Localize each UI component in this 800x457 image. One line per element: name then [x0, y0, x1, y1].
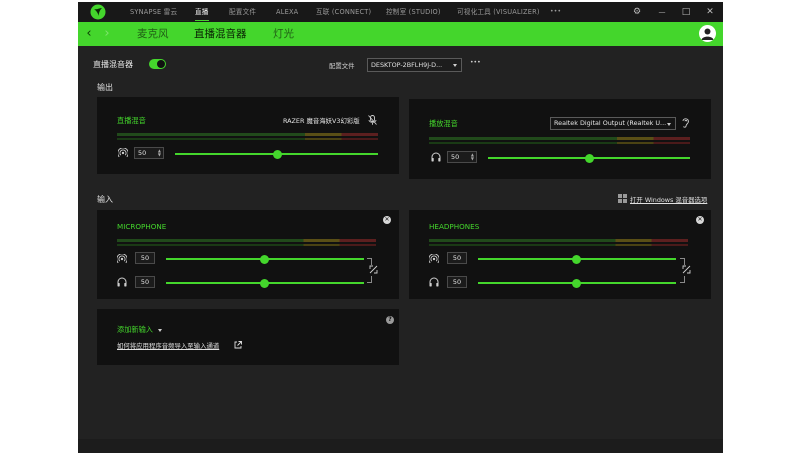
chevron-down-icon [667, 123, 671, 126]
profile-value: DESKTOP-2BFLH9J-D... [371, 61, 443, 69]
playback-device-value: Realtek Digital Output (Realtek U... [554, 119, 667, 127]
stream-mix-meter [117, 133, 378, 136]
tab-microphone[interactable]: 麦克风 [137, 26, 169, 42]
stream-mix-meter-2 [117, 138, 378, 140]
stream-mix-device: RAZER 魔音海妖V3幻彩版 [283, 117, 360, 125]
stream-mix-volume-value: 50 [138, 149, 147, 157]
playback-device-dropdown[interactable]: Realtek Digital Output (Realtek U... [550, 117, 676, 130]
microphone-monitor-volume[interactable]: 50 [135, 276, 155, 288]
user-avatar[interactable] [699, 25, 716, 42]
link-bracket-top [367, 258, 372, 265]
forward-arrow-icon[interactable]: › [101, 26, 113, 42]
headphones-meter [429, 239, 688, 242]
stream-mix-volume-input[interactable]: 50 ▲ ▼ [134, 147, 164, 159]
windows-mixer-link[interactable]: 打开 Windows 混音器选项 [630, 195, 707, 204]
tab-lighting[interactable]: 灯光 [273, 26, 294, 42]
tab-stream-mixer[interactable]: 直播混音器 [194, 26, 247, 42]
headphones-monitor-slider-handle[interactable] [572, 278, 581, 288]
headphones-icon [117, 277, 127, 287]
input-section-title: 输入 [97, 195, 113, 204]
info-icon[interactable]: ? [386, 316, 394, 324]
nav-stream[interactable]: 直播 [195, 2, 209, 22]
headphones-title: HEADPHONES [429, 222, 480, 231]
microphone-stream-slider-handle[interactable] [260, 254, 269, 264]
settings-icon[interactable]: ⚙ [629, 2, 645, 22]
playback-mix-slider-handle[interactable] [585, 153, 594, 163]
nav-connect[interactable]: 互联 (CONNECT) [316, 2, 371, 22]
nav-synapse[interactable]: SYNAPSE 雷云 [130, 2, 177, 22]
stepper-icon[interactable]: ▲ ▼ [158, 149, 161, 157]
add-input-card: ? 添加新输入 如何将应用程序音频导入至输入通道 [97, 309, 399, 365]
playback-mix-volume-input[interactable]: 50 ▲ ▼ [447, 151, 477, 163]
close-icon[interactable]: ✕ [383, 216, 391, 224]
microphone-meter [117, 239, 376, 242]
link-bracket-top [680, 258, 685, 265]
nav-more-icon[interactable]: ••• [550, 2, 561, 22]
headphones-monitor-volume[interactable]: 50 [447, 276, 467, 288]
back-arrow-icon[interactable]: ‹ [83, 26, 95, 42]
title-bar: SYNAPSE 雷云 直播 配置文件 ALEXA 互联 (CONNECT) 控制… [78, 2, 723, 22]
mixer-toggle[interactable] [149, 59, 166, 69]
app-audio-help-link[interactable]: 如何将应用程序音频导入至输入通道 [117, 341, 219, 350]
broadcast-icon [429, 254, 439, 264]
maximize-icon[interactable]: □ [678, 2, 694, 22]
nav-studio[interactable]: 控制室 (STUDIO) [386, 2, 441, 22]
unlink-icon[interactable] [369, 265, 378, 274]
microphone-card: ✕ MICROPHONE 50 50 [97, 210, 399, 299]
chevron-down-icon [158, 328, 163, 332]
broadcast-icon [118, 148, 128, 158]
link-bracket-bottom [367, 276, 372, 283]
output-section-title: 输出 [97, 83, 113, 92]
stream-mix-slider-handle[interactable] [273, 149, 282, 159]
headphones-stream-slider-handle[interactable] [572, 254, 581, 264]
profile-label: 配置文件 [329, 62, 355, 70]
close-icon[interactable]: ✕ [696, 216, 704, 224]
razer-logo-icon[interactable] [90, 4, 106, 20]
microphone-monitor-slider-handle[interactable] [260, 278, 269, 288]
playback-mix-volume-value: 50 [451, 153, 460, 161]
stream-mix-title: 直播混音 [117, 116, 146, 125]
unlink-icon[interactable] [682, 265, 691, 274]
playback-mix-card: 播放混音 Realtek Digital Output (Realtek U..… [409, 99, 711, 179]
synapse-window: SYNAPSE 雷云 直播 配置文件 ALEXA 互联 (CONNECT) 控制… [78, 2, 723, 453]
microphone-meter-2 [117, 244, 376, 246]
mic-mute-icon[interactable] [368, 115, 377, 125]
sub-nav-bar: ‹ › 麦克风 直播混音器 灯光 [78, 22, 723, 46]
windows-icon [618, 194, 627, 203]
microphone-title: MICROPHONE [117, 222, 167, 231]
headphones-icon [431, 152, 441, 162]
headphones-icon [429, 277, 439, 287]
add-input-button[interactable]: 添加新输入 [117, 325, 163, 335]
link-bracket-bottom [680, 276, 685, 283]
broadcast-icon [117, 254, 127, 264]
nav-visualizer[interactable]: 可视化工具 (VISUALIZER) [457, 2, 540, 22]
add-input-label: 添加新输入 [117, 325, 153, 334]
microphone-stream-volume[interactable]: 50 [135, 252, 155, 264]
headphones-card: ✕ HEADPHONES 50 50 [409, 210, 711, 299]
profile-more-icon[interactable]: ••• [470, 59, 481, 66]
user-icon [701, 28, 714, 40]
ear-icon[interactable] [681, 117, 690, 128]
playback-mix-meter [429, 137, 690, 140]
playback-mix-meter-2 [429, 142, 690, 144]
bottom-bar [78, 439, 723, 453]
playback-mix-title: 播放混音 [429, 119, 458, 128]
headphones-stream-volume[interactable]: 50 [447, 252, 467, 264]
nav-profiles[interactable]: 配置文件 [229, 2, 256, 22]
nav-alexa[interactable]: ALEXA [276, 2, 298, 22]
profile-dropdown[interactable]: DESKTOP-2BFLH9J-D... [367, 58, 462, 72]
external-link-icon[interactable] [234, 341, 242, 349]
chevron-down-icon [453, 64, 457, 67]
headphones-meter-2 [429, 244, 688, 246]
stepper-icon[interactable]: ▲ ▼ [471, 153, 474, 161]
mixer-label: 直播混音器 [93, 60, 133, 69]
minimize-icon[interactable]: — [654, 2, 670, 22]
close-icon[interactable]: ✕ [702, 2, 718, 22]
stream-mix-card: 直播混音 RAZER 魔音海妖V3幻彩版 50 ▲ ▼ [97, 97, 399, 174]
